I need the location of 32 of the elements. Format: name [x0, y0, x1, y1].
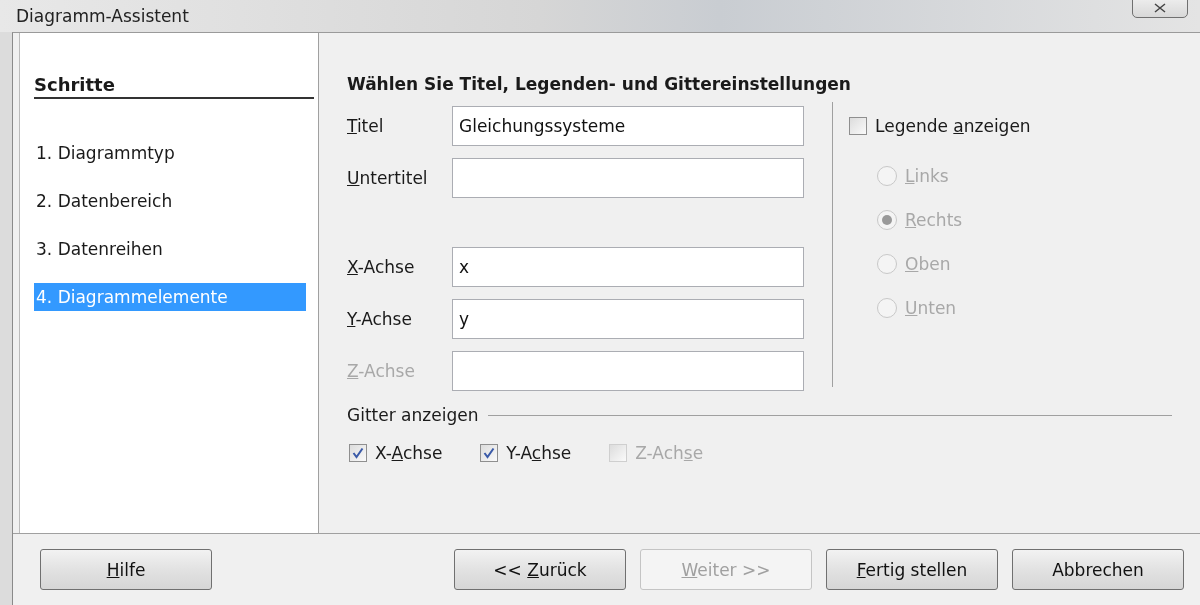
checkbox[interactable] — [480, 444, 499, 462]
checkbox-label: Legende anzeigen — [875, 116, 1031, 136]
radio-label: Rechts — [905, 210, 963, 230]
radio-label: Oben — [905, 254, 951, 274]
checkbox-label: Y-Achse — [506, 443, 572, 463]
checkbox[interactable] — [849, 117, 867, 135]
field-label: Titel — [347, 116, 385, 136]
field-label: X-Achse — [347, 257, 416, 277]
field-label: Y-Achse — [347, 309, 413, 329]
text-field[interactable]: x — [452, 247, 804, 287]
checkbox[interactable] — [349, 444, 367, 462]
step-item[interactable]: 3. Datenreihen — [34, 235, 306, 263]
section-heading: Gitter anzeigen — [347, 405, 479, 425]
steps-heading: Schritte — [34, 74, 314, 99]
dialog-button[interactable]: Fertig stellen — [826, 549, 998, 590]
checkbox-label: Z-Achse — [635, 443, 704, 463]
page-heading: Wählen Sie Titel, Legenden- und Gittereinstellungen — [347, 74, 852, 94]
radio-label: Links — [905, 166, 949, 186]
step-item[interactable]: 2. Datenbereich — [34, 187, 306, 215]
checkbox-label: X-Achse — [375, 443, 443, 463]
dialog-button[interactable]: << Zurück — [454, 549, 626, 590]
text-field[interactable]: Gleichungssysteme — [452, 106, 804, 146]
window-title: Diagramm-Assistent — [16, 6, 189, 28]
field-label: Z-Achse — [347, 361, 416, 381]
radio-label: Unten — [905, 298, 957, 318]
close-icon — [1153, 3, 1167, 13]
help-button[interactable]: Hilfe — [40, 549, 212, 590]
dialog-button[interactable]: Abbrechen — [1012, 549, 1184, 590]
field-label: Untertitel — [347, 168, 429, 188]
text-field[interactable] — [452, 158, 804, 198]
step-item[interactable]: 1. Diagrammtyp — [34, 139, 306, 167]
text-field[interactable]: y — [452, 299, 804, 339]
